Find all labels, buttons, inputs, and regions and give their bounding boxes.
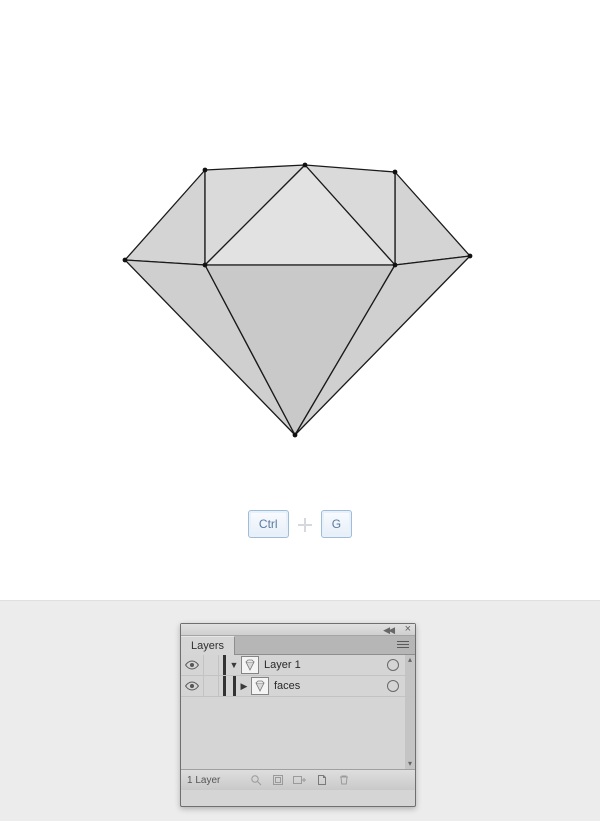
collapse-panel-icon[interactable]: ◀◀ — [383, 625, 393, 636]
tab-layers[interactable]: Layers — [181, 636, 235, 655]
facet-crown-right-side[interactable] — [395, 172, 470, 265]
lock-column[interactable] — [204, 676, 219, 696]
facet-crown-left-side[interactable] — [125, 170, 205, 265]
docked-panels-area: ◀◀ × Layers ▴ ▾ ▼ Layer 1 ▶ faces 1 Layer — [0, 600, 600, 821]
disclosure-triangle-icon[interactable]: ▶ — [239, 676, 249, 696]
shortcut-hint: Ctrl G — [0, 510, 600, 538]
visibility-toggle-icon[interactable] — [181, 655, 204, 675]
scroll-down-icon[interactable]: ▾ — [405, 759, 415, 769]
panel-menu-icon[interactable] — [397, 641, 409, 650]
layer-name[interactable]: faces — [274, 676, 387, 696]
canvas-stage: Ctrl G — [0, 0, 600, 600]
anchor-point[interactable] — [468, 254, 473, 259]
layer-count-label: 1 Layer — [181, 775, 245, 786]
target-icon[interactable] — [387, 680, 399, 692]
panel-titlebar[interactable]: ◀◀ × — [181, 624, 415, 636]
new-layer-icon[interactable] — [311, 770, 333, 790]
hierarchy-strip — [233, 676, 236, 696]
locate-object-icon[interactable] — [245, 770, 267, 790]
anchor-point[interactable] — [303, 163, 308, 168]
layer-thumbnail[interactable] — [241, 656, 259, 674]
anchor-point[interactable] — [393, 263, 398, 268]
key-ctrl: Ctrl — [248, 510, 289, 538]
scroll-up-icon[interactable]: ▴ — [405, 655, 415, 665]
panel-tab-row: Layers — [181, 636, 415, 655]
layer-name[interactable]: Layer 1 — [264, 655, 387, 675]
visibility-toggle-icon[interactable] — [181, 676, 204, 696]
lock-column[interactable] — [204, 655, 219, 675]
disclosure-triangle-icon[interactable]: ▼ — [229, 655, 239, 675]
layer-row[interactable]: ▶ faces — [181, 676, 415, 697]
hierarchy-strip — [223, 676, 226, 696]
artwork-diamond[interactable] — [50, 40, 550, 463]
delete-layer-icon[interactable] — [333, 770, 355, 790]
anchor-point[interactable] — [393, 170, 398, 175]
anchor-point[interactable] — [123, 258, 128, 263]
close-panel-icon[interactable]: × — [405, 623, 411, 635]
target-icon[interactable] — [387, 659, 399, 671]
anchor-point[interactable] — [203, 263, 208, 268]
layers-panel: ◀◀ × Layers ▴ ▾ ▼ Layer 1 ▶ faces 1 Layer — [180, 623, 416, 807]
layer-thumbnail[interactable] — [251, 677, 269, 695]
layer-list[interactable]: ▴ ▾ ▼ Layer 1 ▶ faces — [181, 655, 415, 770]
anchor-point[interactable] — [203, 168, 208, 173]
key-g: G — [321, 510, 352, 538]
layer-row[interactable]: ▼ Layer 1 — [181, 655, 415, 676]
plus-icon — [298, 518, 312, 532]
new-sublayer-icon[interactable] — [289, 770, 311, 790]
panel-footer: 1 Layer — [181, 770, 415, 790]
make-clipping-mask-icon[interactable] — [267, 770, 289, 790]
hierarchy-strip — [223, 655, 226, 675]
anchor-point[interactable] — [293, 433, 298, 438]
